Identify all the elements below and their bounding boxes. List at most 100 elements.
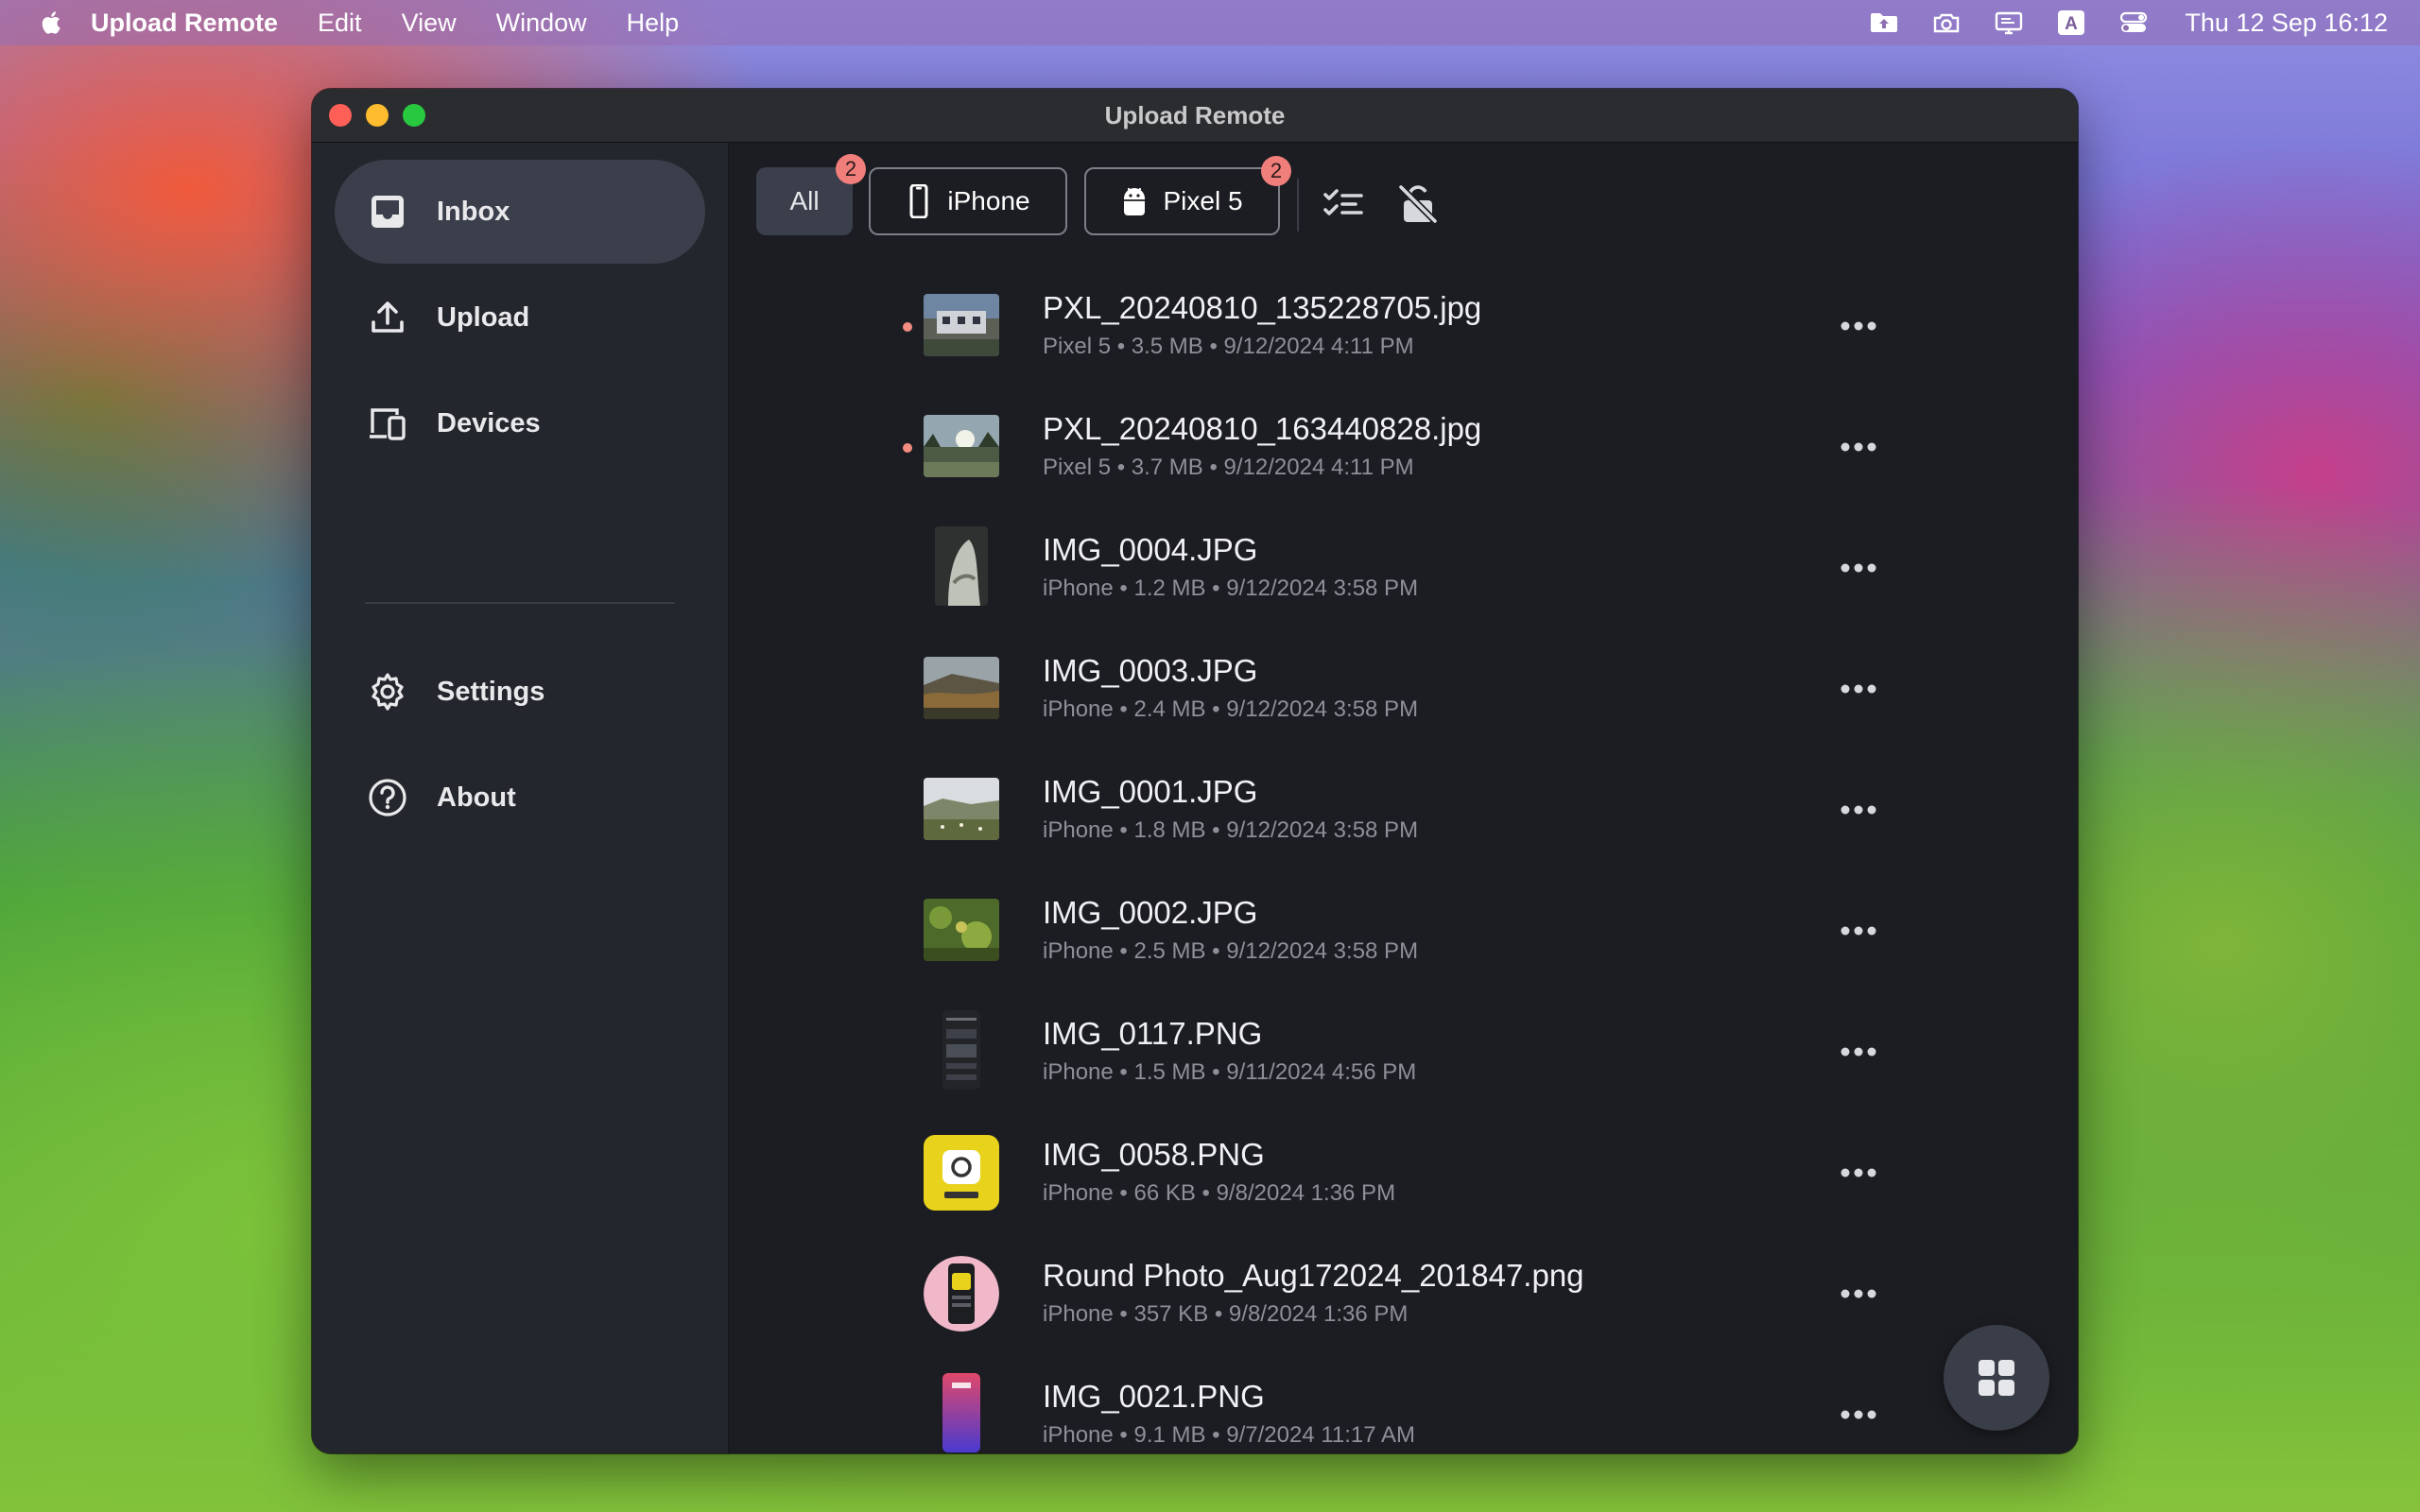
unread-badge: 2 [1261,156,1291,186]
sidebar-item-devices[interactable]: Devices [335,371,705,475]
main-content: All 2 iPhone Pixel 5 2 PXL_20240810_1352… [729,143,2078,1453]
more-options-button[interactable] [1835,549,1882,587]
sidebar-item-label: Devices [437,407,541,438]
file-name: IMG_0002.JPG [1043,895,1258,930]
sidebar-item-label: Settings [437,676,545,707]
grid-icon [1979,1360,2014,1396]
menu-help[interactable]: Help [627,9,680,38]
chip-label: iPhone [947,186,1030,215]
sidebar-item-label: Upload [437,301,530,333]
file-name: Round Photo_Aug172024_201847.png [1043,1258,1584,1293]
list-item[interactable]: Round Photo_Aug172024_201847.png iPhone … [729,1243,2078,1364]
list-item[interactable]: IMG_0001.JPG iPhone • 1.8 MB • 9/12/2024… [729,759,2078,880]
filter-pixel-chip[interactable]: Pixel 5 2 [1084,156,1291,235]
file-name: IMG_0003.JPG [1043,653,1258,688]
more-options-button[interactable] [1835,307,1882,345]
landscape-icon [924,899,999,961]
help-circle-icon [367,777,408,818]
ellipsis-icon [1841,442,1876,452]
file-meta: Pixel 5 • 3.7 MB • 9/12/2024 4:11 PM [1043,455,1414,480]
title-bar[interactable]: Upload Remote [312,89,2078,143]
ellipsis-icon [1841,321,1876,331]
clock[interactable]: Thu 12 Sep 16:12 [2185,9,2388,38]
ellipsis-icon [1841,1410,1876,1419]
sidebar: Inbox Upload Devices Settings About [312,143,729,1453]
list-item[interactable]: IMG_0003.JPG iPhone • 2.4 MB • 9/12/2024… [729,638,2078,759]
more-options-button[interactable] [1835,670,1882,708]
menu-window[interactable]: Window [496,9,587,38]
round-photo-icon [924,1256,999,1332]
apple-menu-icon[interactable] [38,9,66,37]
file-meta: iPhone • 2.5 MB • 9/12/2024 3:58 PM [1043,938,1419,964]
display-icon[interactable] [1992,9,2026,37]
sidebar-item-upload[interactable]: Upload [335,266,705,369]
sidebar-item-label: Inbox [437,196,510,227]
landscape-icon [924,657,999,719]
app-window: Upload Remote Inbox Upload Devices Setti… [312,89,2078,1453]
screenshot-icon [935,1373,988,1452]
new-indicator [903,322,912,332]
window-title: Upload Remote [1104,100,1286,129]
menu-bar: Upload Remote Edit View Window Help A Th… [0,0,2420,45]
privacy-lock-button[interactable] [1396,182,1440,226]
file-name: PXL_20240810_135228705.jpg [1043,290,1482,325]
upload-icon [367,297,408,338]
filter-iphone-chip[interactable]: iPhone [869,167,1067,235]
select-multiple-button[interactable] [1322,182,1365,226]
list-item[interactable]: IMG_0117.PNG iPhone • 1.5 MB • 9/11/2024… [729,1001,2078,1122]
portrait-photo-icon [935,526,988,606]
ellipsis-icon [1841,563,1876,573]
more-options-button[interactable] [1835,791,1882,829]
camera-icon[interactable] [1929,9,1963,37]
list-item[interactable]: PXL_20240810_135228705.jpg Pixel 5 • 3.5… [729,275,2078,396]
android-icon [1121,184,1148,218]
folder-upload-icon[interactable] [1867,9,1901,37]
app-menu[interactable]: Upload Remote [91,9,278,38]
ellipsis-icon [1841,926,1876,936]
close-window-button[interactable] [329,104,352,127]
new-indicator [903,443,912,453]
list-item[interactable]: IMG_0004.JPG iPhone • 1.2 MB • 9/12/2024… [729,517,2078,638]
screenshot-icon [935,1010,988,1090]
more-options-button[interactable] [1835,912,1882,950]
sidebar-item-about[interactable]: About [335,746,705,850]
zoom-window-button[interactable] [403,104,425,127]
menu-view[interactable]: View [402,9,457,38]
devices-icon [367,403,408,444]
file-name: IMG_0001.JPG [1043,774,1258,809]
list-item[interactable]: IMG_0002.JPG iPhone • 2.5 MB • 9/12/2024… [729,880,2078,1001]
list-item[interactable]: IMG_0021.PNG iPhone • 9.1 MB • 9/7/2024 … [729,1364,2078,1453]
more-options-button[interactable] [1835,1154,1882,1192]
list-item[interactable]: PXL_20240810_163440828.jpg Pixel 5 • 3.7… [729,396,2078,517]
more-options-button[interactable] [1835,1396,1882,1434]
more-options-button[interactable] [1835,1033,1882,1071]
checklist-icon [1323,189,1363,215]
sidebar-item-label: About [437,782,516,813]
file-name: IMG_0004.JPG [1043,532,1258,567]
ellipsis-icon [1841,1289,1876,1298]
file-meta: iPhone • 1.2 MB • 9/12/2024 3:58 PM [1043,576,1419,601]
filter-bar: All 2 iPhone Pixel 5 2 [729,143,2078,275]
keyboard-a-icon[interactable]: A [2054,9,2088,37]
file-meta: Pixel 5 • 3.5 MB • 9/12/2024 4:11 PM [1043,334,1414,359]
control-center-icon[interactable] [2117,9,2151,37]
more-options-button[interactable] [1835,1275,1882,1313]
minimize-window-button[interactable] [366,104,389,127]
app-icon [924,1135,999,1211]
ellipsis-icon [1841,684,1876,694]
file-meta: iPhone • 1.5 MB • 9/11/2024 4:56 PM [1043,1059,1417,1085]
gear-icon [367,671,408,713]
iphone-icon [906,183,932,219]
grid-view-button[interactable] [1944,1325,2049,1431]
file-name: IMG_0117.PNG [1043,1016,1263,1051]
file-name: IMG_0058.PNG [1043,1137,1265,1172]
menu-edit[interactable]: Edit [318,9,362,38]
list-item[interactable]: IMG_0058.PNG iPhone • 66 KB • 9/8/2024 1… [729,1122,2078,1243]
file-meta: iPhone • 9.1 MB • 9/7/2024 11:17 AM [1043,1422,1415,1448]
filter-all-chip[interactable]: All 2 [756,154,866,235]
file-meta: iPhone • 1.8 MB • 9/12/2024 3:58 PM [1043,817,1419,843]
sidebar-item-settings[interactable]: Settings [335,640,705,744]
sidebar-item-inbox[interactable]: Inbox [335,160,705,264]
more-options-button[interactable] [1835,428,1882,466]
lock-slash-icon [1398,184,1438,224]
